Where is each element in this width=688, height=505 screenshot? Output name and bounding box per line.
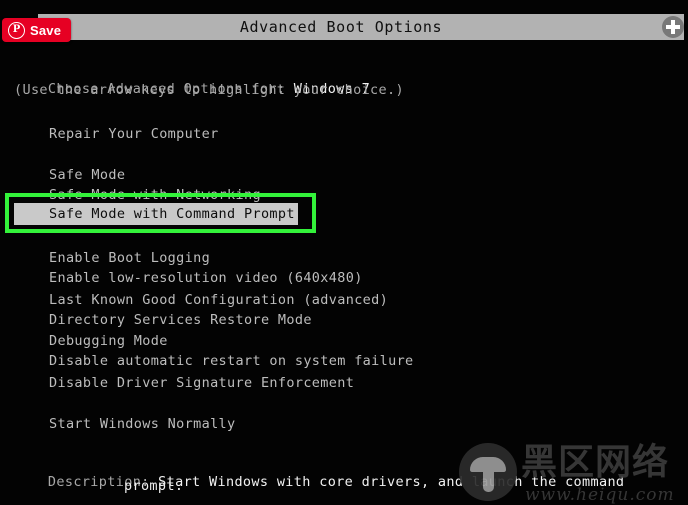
- menu-item-directory-services-restore-mode[interactable]: Directory Services Restore Mode: [49, 311, 312, 329]
- page-title: Advanced Boot Options: [239, 18, 443, 36]
- menu-item-start-windows-normally[interactable]: Start Windows Normally: [49, 415, 236, 433]
- menu-item-debugging-mode[interactable]: Debugging Mode: [49, 332, 168, 350]
- menu-item-safe-mode-with-networking[interactable]: Safe Mode with Networking: [49, 186, 261, 204]
- selected-item-label: Safe Mode with Command Prompt: [49, 206, 295, 222]
- pinterest-save-button[interactable]: P Save: [2, 18, 72, 42]
- advanced-boot-options-screen: Advanced Boot Options P Save Choose Adva…: [0, 0, 688, 505]
- menu-item-repair-your-computer[interactable]: Repair Your Computer: [49, 125, 219, 143]
- menu-item-safe-mode[interactable]: Safe Mode: [49, 166, 125, 184]
- cross-glyph: [666, 20, 680, 34]
- circle-cross-icon[interactable]: [662, 16, 684, 38]
- menu-item-enable-low-resolution-video[interactable]: Enable low-resolution video (640x480): [49, 269, 363, 287]
- menu-item-safe-mode-with-command-prompt[interactable]: Safe Mode with Command Prompt: [14, 203, 298, 225]
- menu-item-disable-driver-signature-enforcement[interactable]: Disable Driver Signature Enforcement: [49, 374, 354, 392]
- arrow-keys-hint: (Use the arrow keys to highlight your ch…: [14, 82, 404, 98]
- pinterest-icon: P: [8, 21, 25, 39]
- menu-item-last-known-good-configuration[interactable]: Last Known Good Configuration (advanced): [49, 291, 388, 309]
- description-text: Start Windows with core drivers, and lau…: [158, 474, 625, 490]
- save-button-label: Save: [30, 22, 62, 38]
- menu-item-enable-boot-logging[interactable]: Enable Boot Logging: [49, 249, 210, 267]
- window-title-bar: Advanced Boot Options: [38, 14, 684, 40]
- description-text-continued: prompt.: [124, 478, 184, 494]
- description-line: Description: Start Windows with core dri…: [14, 458, 624, 505]
- menu-item-disable-automatic-restart[interactable]: Disable automatic restart on system fail…: [49, 352, 414, 370]
